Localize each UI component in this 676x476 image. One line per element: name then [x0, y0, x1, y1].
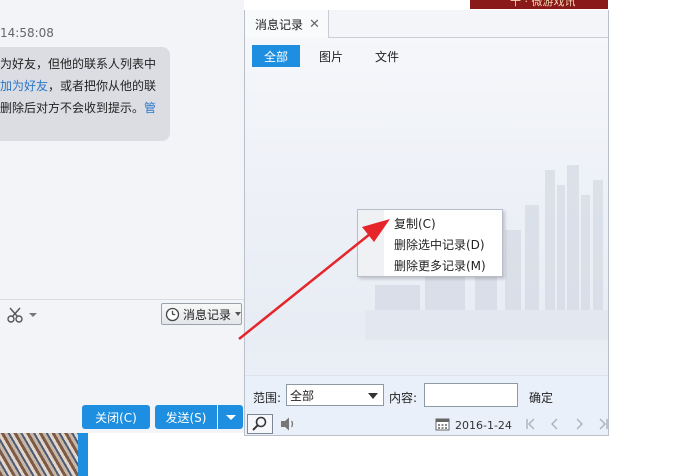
search-bar: 范围: 全部 内容: 确定 2016-1-24	[245, 375, 608, 435]
chevron-left-icon	[551, 418, 558, 430]
first-page-icon	[526, 418, 535, 430]
filter-tab-images[interactable]: 图片	[311, 45, 351, 67]
message-timestamp: 14:58:08	[0, 26, 54, 40]
tab-title: 消息记录	[255, 17, 304, 32]
range-label: 范围:	[253, 391, 282, 405]
next-page-button[interactable]	[571, 416, 587, 432]
chevron-down-icon	[368, 393, 378, 399]
menu-item-delete-more[interactable]: 删除更多记录(M)	[394, 255, 486, 275]
chevron-down-icon	[225, 414, 236, 420]
add-friend-link[interactable]: 加为好友	[0, 79, 48, 93]
message-history-button[interactable]: 消息记录	[161, 303, 242, 325]
history-button-label: 消息记录	[183, 307, 232, 322]
date-text: 2016-1-24	[455, 419, 512, 432]
previous-page-button[interactable]	[547, 416, 563, 432]
last-page-button[interactable]	[595, 416, 608, 432]
clock-icon	[165, 307, 180, 321]
range-select[interactable]: 全部	[286, 384, 384, 406]
context-menu: 复制(C) 删除选中记录(D) 删除更多记录(M)	[357, 209, 503, 277]
confirm-button[interactable]: 确定	[529, 389, 553, 406]
close-button[interactable]: 关闭(C)	[82, 405, 150, 429]
speaker-icon[interactable]	[279, 416, 297, 432]
system-message-bubble: 为好友，但他的联系人列表中 加为好友，或者把你从他的联 删除后对方不会收到提示。…	[0, 47, 170, 141]
range-select-value: 全部	[290, 388, 315, 403]
content-label: 内容:	[389, 391, 418, 405]
input-divider	[0, 299, 244, 300]
close-icon[interactable]: ✕	[309, 17, 320, 32]
search-toggle-button[interactable]	[247, 414, 273, 434]
pagination	[523, 416, 608, 432]
filter-tab-all[interactable]: 全部	[252, 45, 300, 67]
tab-message-history[interactable]: 消息记录 ✕	[245, 10, 329, 38]
chevron-right-icon	[576, 418, 583, 430]
system-message-line: 删除后对方不会收到提示。管	[0, 101, 157, 115]
chevron-down-icon	[235, 312, 241, 316]
manage-link[interactable]: 管	[144, 101, 156, 115]
top-banner: 十 · 微游戏讯	[470, 0, 608, 9]
banner-text: 十 · 微游戏讯	[510, 0, 576, 8]
panel-header: 消息记录 ✕	[245, 10, 608, 38]
screenshot-tool-button[interactable]	[7, 306, 41, 324]
accent-strip	[78, 433, 88, 476]
menu-item-delete-selected[interactable]: 删除选中记录(D)	[394, 234, 485, 254]
send-button[interactable]: 发送(S)	[155, 405, 217, 429]
system-message-line: 为好友，但他的联系人列表中	[0, 57, 157, 71]
system-message-line: 加为好友，或者把你从他的联	[0, 79, 157, 93]
profile-photo	[0, 433, 78, 476]
last-page-icon	[599, 418, 608, 430]
menu-item-copy[interactable]: 复制(C)	[394, 213, 436, 233]
menu-gutter	[358, 210, 384, 276]
filter-tab-files[interactable]: 文件	[367, 45, 407, 67]
search-icon	[252, 416, 267, 431]
send-options-button[interactable]	[218, 405, 243, 429]
first-page-button[interactable]	[523, 416, 539, 432]
content-search-input[interactable]	[424, 383, 518, 407]
calendar-icon[interactable]	[435, 417, 450, 431]
scissors-icon	[7, 307, 23, 323]
chat-panel: 14:58:08 为好友，但他的联系人列表中 加为好友，或者把你从他的联 删除后…	[0, 0, 244, 476]
chevron-down-icon	[29, 313, 37, 317]
